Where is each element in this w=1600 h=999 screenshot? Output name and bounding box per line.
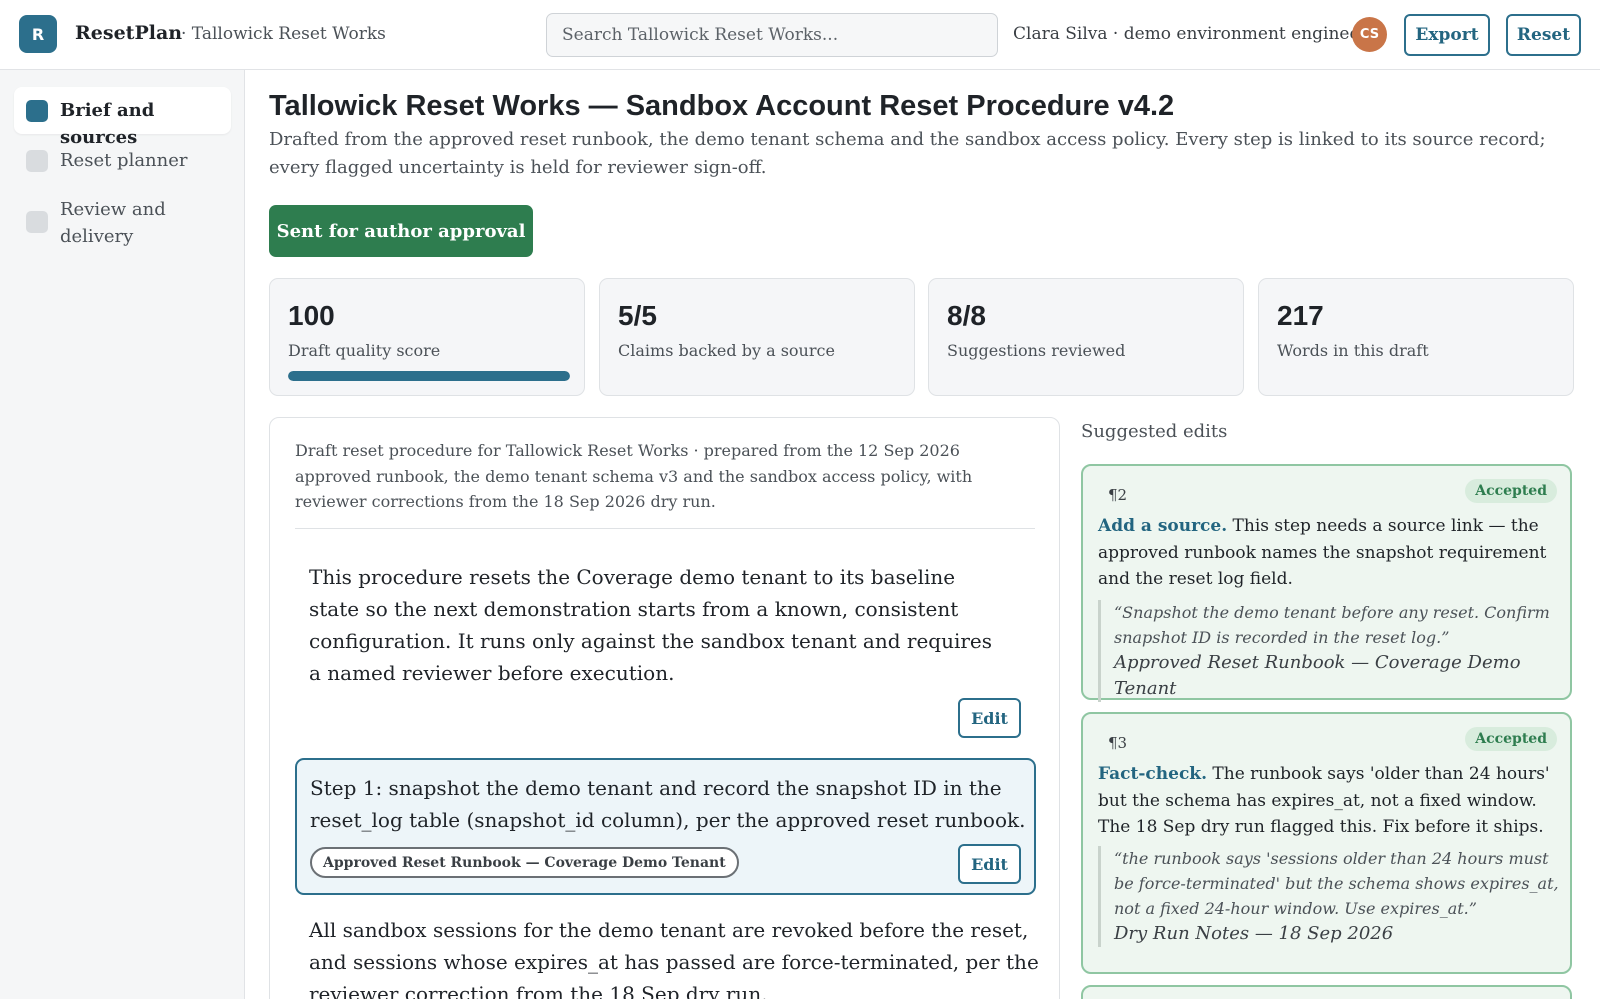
section-marker-icon xyxy=(26,211,48,233)
top-bar: R ResetPlan · Tallowick Reset Works Clar… xyxy=(0,0,1600,70)
search-input[interactable] xyxy=(546,13,998,57)
quality-progress-fill xyxy=(288,371,570,381)
draft-paragraph: All sandbox sessions for the demo tenant… xyxy=(309,918,1039,999)
source-quote: “Snapshot the demo tenant before any res… xyxy=(1098,600,1560,702)
draft-panel: Draft reset procedure for Tallowick Rese… xyxy=(269,417,1060,999)
source-chip[interactable]: Approved Reset Runbook — Coverage Demo T… xyxy=(310,847,739,878)
status-badge: Accepted xyxy=(1465,727,1557,751)
stat-label: Words in this draft xyxy=(1277,341,1429,360)
user-name: Clara Silva · demo environment engineer xyxy=(1013,24,1368,44)
stat-label: Suggestions reviewed xyxy=(947,341,1126,360)
section-marker-icon xyxy=(26,100,48,122)
suggestion-card xyxy=(1081,985,1572,999)
section-marker-icon xyxy=(26,150,48,172)
paragraph-ref: ¶2 xyxy=(1108,486,1128,504)
status-badge: Accepted xyxy=(1465,479,1557,503)
sidebar-item-reset-planner[interactable]: Reset planner xyxy=(14,137,231,184)
stat-value: 5/5 xyxy=(618,300,657,331)
edit-paragraph-button[interactable]: Edit xyxy=(958,844,1021,884)
stat-value: 217 xyxy=(1277,300,1324,331)
sidebar-item-label: Reset planner xyxy=(60,150,188,171)
stat-label: Claims backed by a source xyxy=(618,341,835,360)
source-quote: “the runbook says 'sessions older than 2… xyxy=(1098,846,1560,947)
stat-card-suggestions: 8/8 Suggestions reviewed xyxy=(928,278,1244,396)
draft-meta: Draft reset procedure for Tallowick Rese… xyxy=(295,441,973,511)
sidebar: Brief and sources Reset planner Review a… xyxy=(0,70,245,999)
divider xyxy=(295,528,1035,529)
suggested-edits-heading: Suggested edits xyxy=(1081,421,1228,442)
stat-card-words: 217 Words in this draft xyxy=(1258,278,1574,396)
brand-name: ResetPlan xyxy=(75,22,183,44)
page-title: Tallowick Reset Works — Sandbox Account … xyxy=(269,90,1175,122)
paragraph-ref: ¶3 xyxy=(1108,734,1128,752)
suggestion-card: ¶3 Accepted Fact-check. The runbook says… xyxy=(1081,712,1572,974)
org-name: · Tallowick Reset Works xyxy=(181,24,386,44)
edit-paragraph-button[interactable]: Edit xyxy=(958,698,1021,738)
draft-paragraph-selected[interactable]: Step 1: snapshot the demo tenant and rec… xyxy=(295,758,1036,895)
stat-label: Draft quality score xyxy=(288,341,441,360)
stat-card-claims: 5/5 Claims backed by a source xyxy=(599,278,915,396)
status-button[interactable]: Sent for author approval xyxy=(269,205,533,257)
suggestion-action-link[interactable]: Add a source. xyxy=(1098,516,1227,536)
quote-text: “Snapshot the demo tenant before any res… xyxy=(1114,603,1550,647)
avatar[interactable]: CS xyxy=(1352,17,1387,52)
suggestion-card: ¶2 Accepted Add a source. This step need… xyxy=(1081,464,1572,702)
draft-paragraph-text: Step 1: snapshot the demo tenant and rec… xyxy=(310,776,1026,832)
export-button[interactable]: Export xyxy=(1404,14,1490,56)
suggestion-action-link[interactable]: Fact-check. xyxy=(1098,764,1207,784)
quote-text: “the runbook says 'sessions older than 2… xyxy=(1114,849,1559,918)
page-description: Drafted from the approved reset runbook,… xyxy=(269,129,1546,178)
sidebar-item-label: Review and delivery xyxy=(60,199,166,247)
reset-button[interactable]: Reset xyxy=(1506,14,1581,56)
app-logo[interactable]: R xyxy=(19,15,57,53)
quality-progress-bar xyxy=(288,371,570,381)
stat-value: 100 xyxy=(288,300,335,331)
suggestion-text: Fact-check. The runbook says 'older than… xyxy=(1098,761,1560,841)
quote-source: Dry Run Notes — 18 Sep 2026 xyxy=(1114,923,1394,944)
quote-source: Approved Reset Runbook — Coverage Demo T… xyxy=(1114,652,1521,699)
suggestion-text: Add a source. This step needs a source l… xyxy=(1098,513,1560,593)
draft-paragraph: This procedure resets the Coverage demo … xyxy=(309,565,993,685)
stat-value: 8/8 xyxy=(947,300,986,331)
stat-card-quality: 100 Draft quality score xyxy=(269,278,585,396)
sidebar-item-review-and-delivery[interactable]: Review and delivery xyxy=(14,187,231,257)
sidebar-item-brief-and-sources[interactable]: Brief and sources xyxy=(14,87,231,148)
